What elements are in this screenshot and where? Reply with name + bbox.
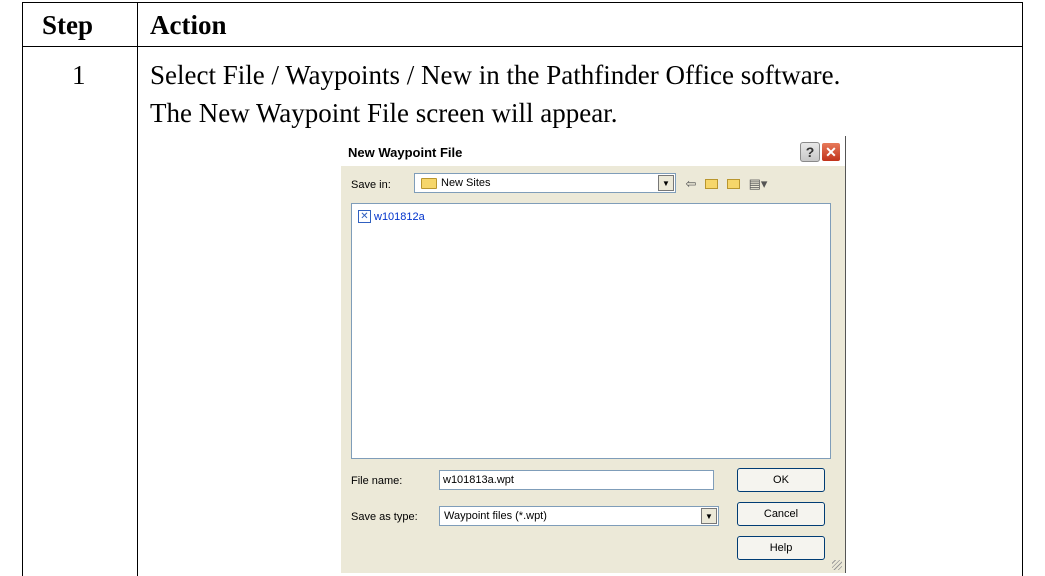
action-header: Action [150,10,227,40]
dialog-title: New Waypoint File [348,145,463,160]
step-number: 1 [72,60,86,90]
cancel-button[interactable]: Cancel [737,502,825,526]
close-icon[interactable]: ✕ [821,142,841,162]
file-name-field[interactable]: w101813a.wpt [439,470,714,490]
view-menu-icon[interactable]: ▤▾ [747,176,769,192]
file-name-label: w101812a [374,210,425,223]
ok-button[interactable]: OK [737,468,825,492]
save-in-value: New Sites [441,177,491,189]
help-icon[interactable]: ? [800,142,820,162]
list-item[interactable]: ✕ w101812a [358,210,425,223]
save-as-type-label: Save as type: [351,511,418,523]
step-header: Step [42,10,94,40]
save-in-label: Save in: [351,179,391,191]
resize-grip[interactable] [832,560,842,570]
back-arrow-icon[interactable]: ⇦ [683,176,699,192]
up-folder-icon[interactable] [703,176,719,192]
action-line-1: Select File / Waypoints / New in the Pat… [150,60,841,90]
waypoint-file-icon: ✕ [358,210,371,223]
file-name-field-label: File name: [351,475,403,487]
file-list[interactable]: ✕ w101812a [351,203,831,459]
chevron-down-icon[interactable]: ▼ [701,508,717,524]
save-as-type-combo[interactable]: Waypoint files (*.wpt) ▼ [439,506,719,526]
help-button[interactable]: Help [737,536,825,560]
new-waypoint-file-dialog: New Waypoint File ? ✕ Save in: New Sites… [341,136,846,573]
new-folder-icon[interactable] [725,176,741,192]
save-in-combo[interactable]: New Sites ▼ [414,173,676,193]
title-bar: New Waypoint File ? ✕ [341,136,845,166]
folder-icon [421,178,437,189]
action-line-2: The New Waypoint File screen will appear… [150,98,618,128]
save-as-type-value: Waypoint files (*.wpt) [444,510,547,522]
chevron-down-icon[interactable]: ▼ [658,175,674,191]
